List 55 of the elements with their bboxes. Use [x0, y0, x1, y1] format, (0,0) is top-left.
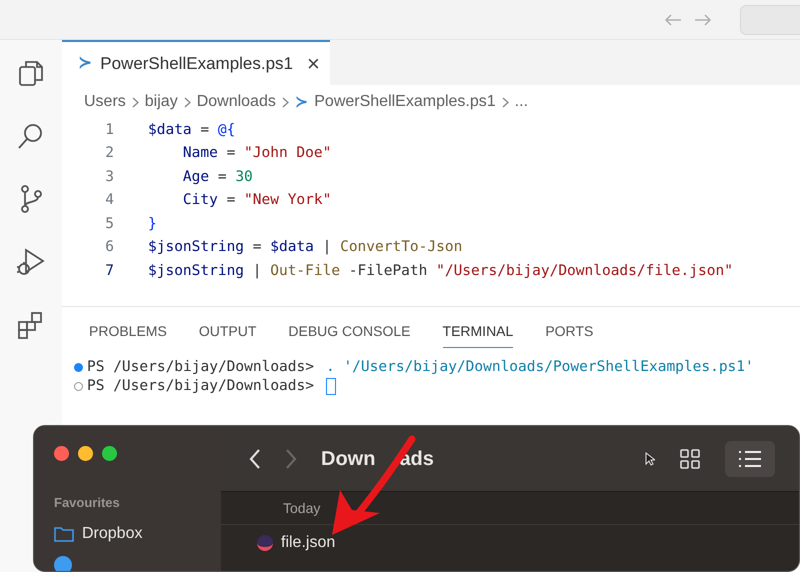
cursor-icon: [645, 452, 655, 466]
json-file-icon: [257, 535, 273, 551]
chevron-icon: [282, 96, 289, 108]
chevron-icon: [502, 96, 509, 108]
breadcrumb[interactable]: PowerShellExamples.ps1: [314, 90, 496, 114]
tab-title: PowerShellExamples.ps1: [100, 52, 294, 75]
code-line: City = "New York": [182, 191, 332, 210]
terminal-prompt: PS /Users/bijay/Downloads>: [87, 358, 314, 376]
code-line: Name = "John Doe": [182, 144, 332, 164]
breadcrumb[interactable]: bijay: [144, 90, 178, 114]
terminal-command: . '/Users/bijay/Downloads/PowerShellExamples.ps1': [326, 358, 754, 376]
panel-tab[interactable]: DEBUG CONSOLE: [288, 320, 411, 348]
line-number: 5: [104, 214, 114, 234]
close-window-button[interactable]: [54, 446, 69, 461]
panel-tab[interactable]: PORTS: [545, 320, 594, 348]
code-line: }: [148, 214, 157, 234]
line-number: 3: [104, 168, 114, 187]
file-name[interactable]: file.json: [281, 531, 336, 555]
airdrop-icon: [54, 556, 72, 571]
terminal-prompt: PS /Users/bijay/Downloads>: [87, 376, 314, 396]
chevron-icon: [132, 96, 139, 108]
search-field[interactable]: [740, 4, 800, 34]
terminal-cursor: [326, 378, 336, 394]
sidebar-item[interactable]: Dropbox: [82, 522, 142, 546]
powershell-icon: ≻: [294, 90, 308, 114]
panel-tab[interactable]: OUTPUT: [198, 320, 256, 348]
zoom-window-button[interactable]: [102, 446, 117, 461]
close-tab-button[interactable]: ×: [307, 52, 320, 74]
chevron-icon: [184, 96, 191, 108]
editor-tab[interactable]: ≻ PowerShellExamples.ps1 ×: [62, 40, 330, 85]
line-number: 7: [104, 262, 114, 281]
line-number: 2: [104, 144, 114, 164]
back-chevron-icon[interactable]: [249, 448, 261, 470]
breadcrumb[interactable]: Downloads: [196, 90, 276, 114]
run-debug-icon[interactable]: [16, 247, 46, 277]
code-line: $jsonString = $data | ConvertTo-Json: [148, 238, 462, 258]
panel-tab[interactable]: PROBLEMS: [89, 320, 167, 348]
sidebar-heading: Favourites: [54, 494, 121, 512]
files-icon[interactable]: [16, 58, 46, 88]
line-number: 1: [104, 120, 114, 140]
breadcrumb[interactable]: ...: [514, 90, 528, 114]
list-view-button[interactable]: [725, 440, 775, 476]
list-icon: [738, 450, 762, 468]
code-line: Age = 30: [182, 168, 253, 187]
breadcrumb[interactable]: Users: [84, 90, 126, 114]
powershell-icon: ≻: [78, 50, 92, 76]
minimize-window-button[interactable]: [78, 446, 93, 461]
window-title: Down: [321, 446, 376, 472]
line-number: 6: [104, 238, 114, 258]
line-number: 4: [104, 191, 114, 210]
panel-tab[interactable]: TERMINAL: [442, 320, 514, 348]
code-line: $jsonString | Out-File -FilePath "/Users/bijay/Downloads/file.json": [148, 262, 733, 281]
grid-view-icon[interactable]: [679, 448, 701, 470]
folder-icon: [54, 526, 74, 542]
code-line: $data = @{: [148, 120, 236, 140]
